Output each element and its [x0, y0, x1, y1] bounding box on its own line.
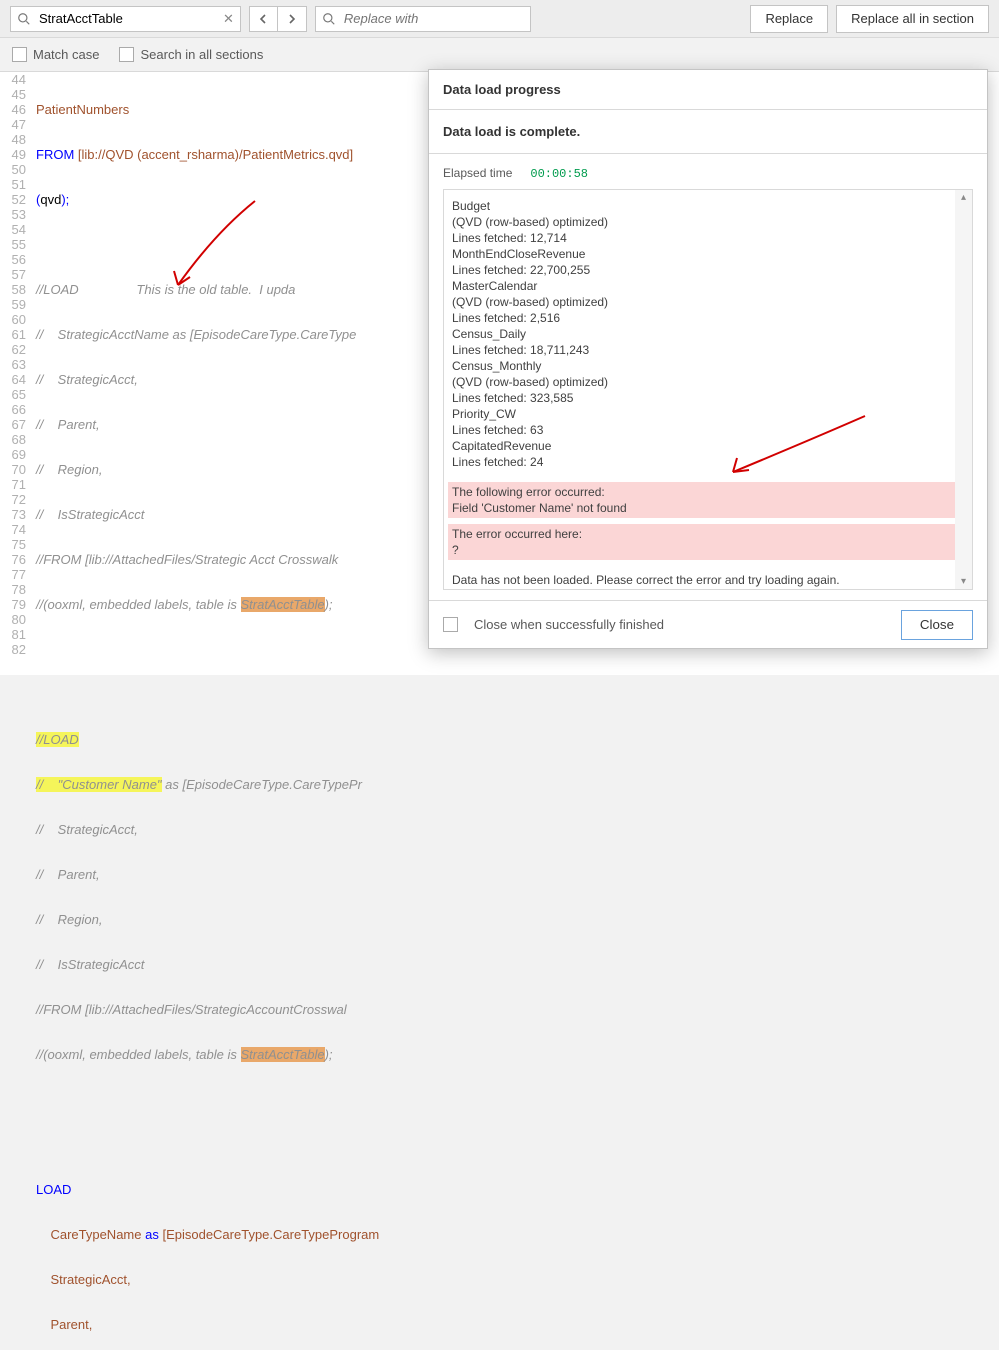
- line-number: 76: [0, 552, 26, 567]
- line-number: 81: [0, 627, 26, 642]
- search-nav: [249, 6, 307, 32]
- dialog-subtitle: Data load is complete.: [429, 110, 987, 154]
- scroll-up-icon[interactable]: ▴: [961, 192, 966, 203]
- line-number: 47: [0, 117, 26, 132]
- error-block: The following error occurred:Field 'Cust…: [448, 482, 958, 518]
- line-number: 56: [0, 252, 26, 267]
- replace-field-wrap: [315, 6, 531, 32]
- search-field-wrap: ✕: [10, 6, 241, 32]
- search-icon-replace: [322, 12, 336, 26]
- checkbox-icon[interactable]: [443, 617, 458, 632]
- scrollbar[interactable]: ▴ ▾: [955, 190, 972, 589]
- data-load-progress-dialog: Data load progress Data load is complete…: [428, 69, 988, 649]
- replace-button[interactable]: Replace: [750, 5, 828, 33]
- line-number: 54: [0, 222, 26, 237]
- line-number: 48: [0, 132, 26, 147]
- line-number: 68: [0, 432, 26, 447]
- line-number: 80: [0, 612, 26, 627]
- line-number: 72: [0, 492, 26, 507]
- search-options: Match case Search in all sections: [0, 38, 999, 72]
- search-all-sections-option[interactable]: Search in all sections: [119, 47, 263, 62]
- line-number: 50: [0, 162, 26, 177]
- line-number: 69: [0, 447, 26, 462]
- checkbox-icon: [12, 47, 27, 62]
- line-number: 60: [0, 312, 26, 327]
- log-tail-message: Data has not been loaded. Please correct…: [452, 572, 954, 588]
- line-number: 49: [0, 147, 26, 162]
- find-replace-toolbar: ✕ Replace Replace all in section: [0, 0, 999, 38]
- line-number: 53: [0, 207, 26, 222]
- line-number: 67: [0, 417, 26, 432]
- search-icon: [17, 12, 31, 26]
- search-prev-button[interactable]: [250, 7, 278, 31]
- line-number-gutter: 4445464748495051525354555657585960616263…: [0, 72, 32, 675]
- line-number: 65: [0, 387, 26, 402]
- line-number: 70: [0, 462, 26, 477]
- line-number: 71: [0, 477, 26, 492]
- line-number: 78: [0, 582, 26, 597]
- line-number: 61: [0, 327, 26, 342]
- line-number: 55: [0, 237, 26, 252]
- line-number: 44: [0, 72, 26, 87]
- line-number: 73: [0, 507, 26, 522]
- dialog-footer: Close when successfully finished Close: [429, 600, 987, 648]
- line-number: 75: [0, 537, 26, 552]
- line-number: 64: [0, 372, 26, 387]
- line-number: 59: [0, 297, 26, 312]
- line-number: 63: [0, 357, 26, 372]
- replace-all-button[interactable]: Replace all in section: [836, 5, 989, 33]
- line-number: 58: [0, 282, 26, 297]
- close-button[interactable]: Close: [901, 610, 973, 640]
- log-panel: Budget (QVD (row-based) optimized) Lines…: [443, 189, 973, 590]
- line-number: 66: [0, 402, 26, 417]
- search-next-button[interactable]: [278, 7, 306, 31]
- line-number: 45: [0, 87, 26, 102]
- line-number: 79: [0, 597, 26, 612]
- dialog-title: Data load progress: [429, 70, 987, 110]
- line-number: 51: [0, 177, 26, 192]
- log-content[interactable]: Budget (QVD (row-based) optimized) Lines…: [444, 190, 972, 589]
- checkbox-icon: [119, 47, 134, 62]
- line-number: 62: [0, 342, 26, 357]
- line-number: 46: [0, 102, 26, 117]
- match-case-option[interactable]: Match case: [12, 47, 99, 62]
- clear-search-icon[interactable]: ✕: [223, 11, 234, 27]
- error-block: The error occurred here:?: [448, 524, 958, 560]
- line-number: 77: [0, 567, 26, 582]
- line-number: 57: [0, 267, 26, 282]
- elapsed-time: Elapsed time00:00:58: [429, 154, 987, 189]
- line-number: 74: [0, 522, 26, 537]
- replace-input[interactable]: [342, 10, 524, 27]
- close-when-finished-label[interactable]: Close when successfully finished: [474, 617, 664, 632]
- line-number: 52: [0, 192, 26, 207]
- scroll-down-icon[interactable]: ▾: [961, 576, 966, 587]
- line-number: 82: [0, 642, 26, 657]
- search-input[interactable]: [37, 10, 217, 27]
